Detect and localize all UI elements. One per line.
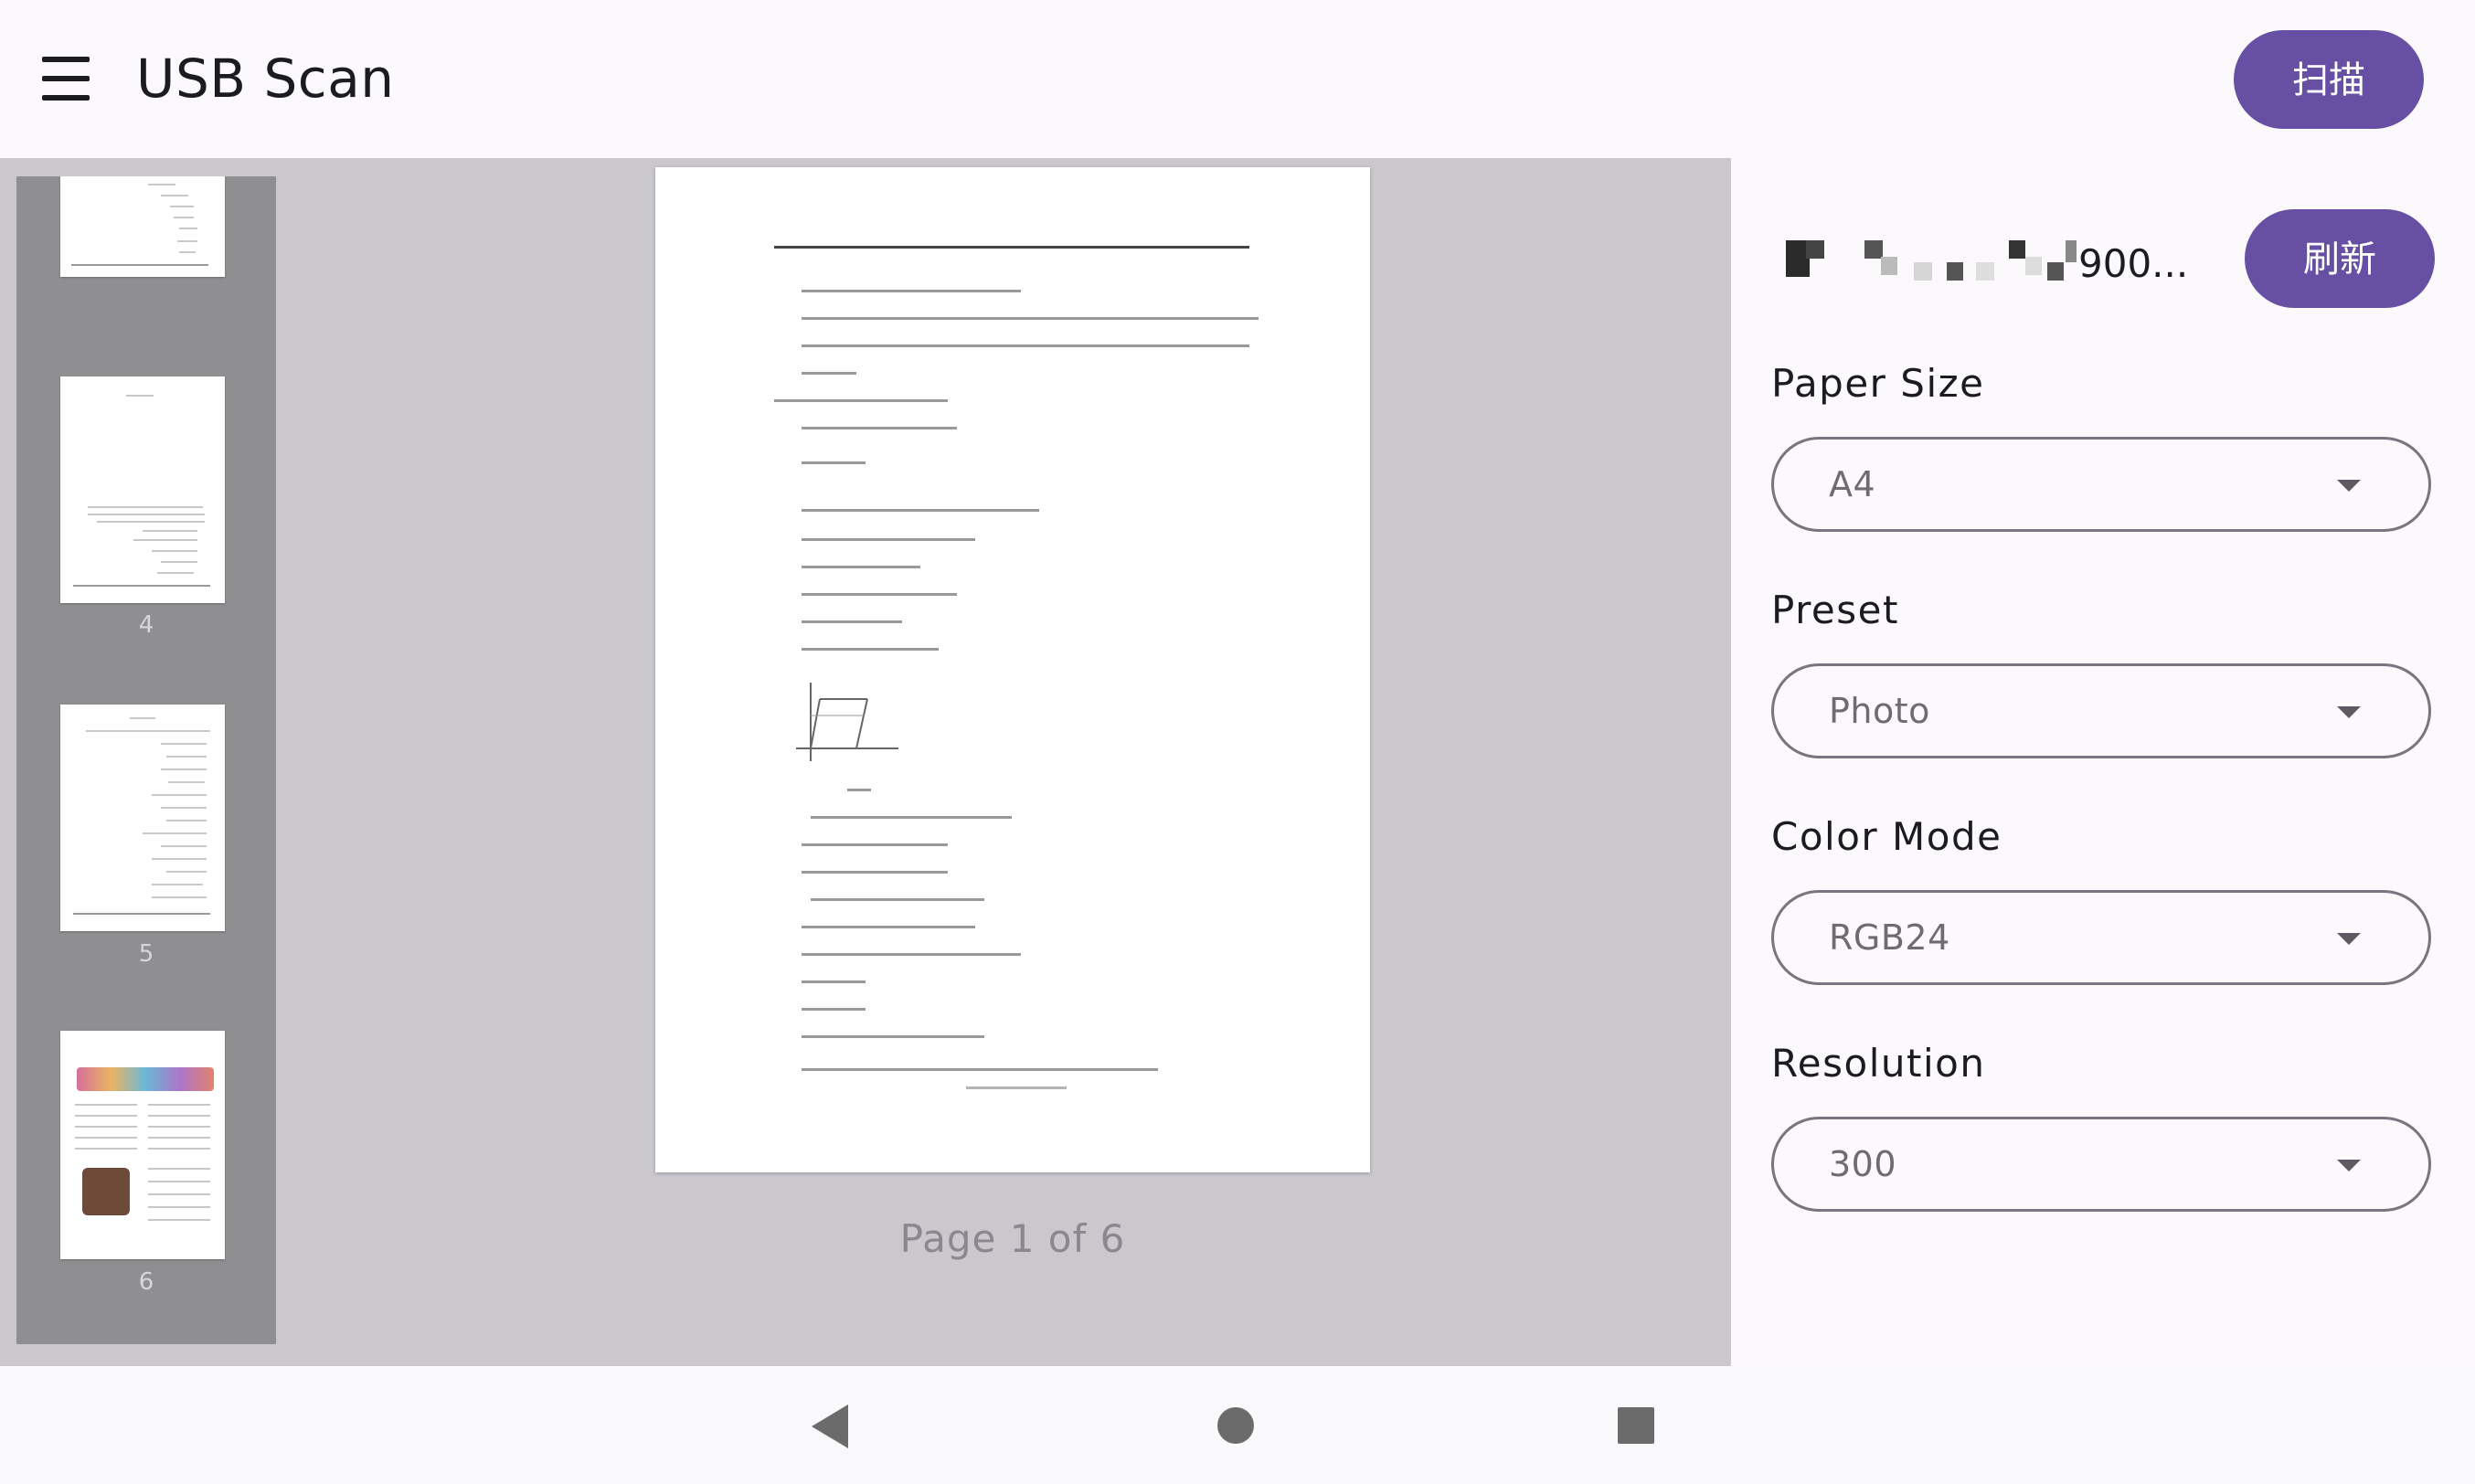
paper-size-value: A4 bbox=[1829, 464, 1876, 504]
color-mode-value: RGB24 bbox=[1829, 917, 1950, 958]
system-navigation-bar bbox=[0, 1366, 2475, 1484]
thumbnail-page-5[interactable] bbox=[60, 705, 225, 931]
page-indicator: Page 1 of 6 bbox=[899, 1216, 1126, 1261]
preset-label: Preset bbox=[1771, 588, 1899, 632]
refresh-button[interactable]: 刷新 bbox=[2245, 209, 2435, 308]
arrow-drop-down-icon bbox=[2337, 480, 2361, 492]
color-mode-select[interactable]: RGB24 bbox=[1771, 890, 2431, 985]
preset-value: Photo bbox=[1829, 691, 1930, 731]
arrow-drop-down-icon bbox=[2337, 706, 2361, 718]
thumbnail-strip[interactable]: 3 4 bbox=[16, 176, 276, 1344]
device-name: 900... bbox=[2078, 241, 2189, 286]
nav-recents-icon[interactable] bbox=[1618, 1407, 1654, 1444]
top-app-bar: USB Scan 扫描 bbox=[0, 0, 2475, 158]
hamburger-menu-icon[interactable] bbox=[31, 44, 101, 113]
thumbnail-page-4[interactable] bbox=[60, 376, 225, 603]
thumbnail-page-3[interactable] bbox=[60, 176, 225, 277]
thumbnail-page-number: 6 bbox=[138, 1268, 154, 1296]
color-mode-label: Color Mode bbox=[1771, 814, 2002, 859]
resolution-select[interactable]: 300 bbox=[1771, 1117, 2431, 1212]
app-title: USB Scan bbox=[136, 48, 395, 110]
resolution-label: Resolution bbox=[1771, 1041, 1986, 1086]
scan-button[interactable]: 扫描 bbox=[2234, 30, 2424, 129]
geometry-diagram bbox=[796, 683, 898, 761]
scan-work-area: 3 4 bbox=[0, 158, 1731, 1366]
nav-home-icon[interactable] bbox=[1217, 1407, 1254, 1444]
thumbnail-page-number: 5 bbox=[138, 940, 154, 968]
device-selector[interactable]: 900... bbox=[1786, 231, 2243, 295]
thumbnail-page-6[interactable] bbox=[60, 1031, 225, 1259]
paper-size-label: Paper Size bbox=[1771, 361, 1985, 406]
preset-select[interactable]: Photo bbox=[1771, 663, 2431, 758]
page-preview[interactable] bbox=[655, 167, 1370, 1172]
nav-back-icon[interactable] bbox=[812, 1404, 848, 1448]
arrow-drop-down-icon bbox=[2337, 1160, 2361, 1171]
thumbnail-page-number: 4 bbox=[138, 611, 154, 639]
arrow-drop-down-icon bbox=[2337, 933, 2361, 945]
resolution-value: 300 bbox=[1829, 1144, 1897, 1184]
paper-size-select[interactable]: A4 bbox=[1771, 437, 2431, 532]
settings-panel: 900... 刷新 Paper Size A4 Preset Photo Col… bbox=[1731, 158, 2475, 1366]
